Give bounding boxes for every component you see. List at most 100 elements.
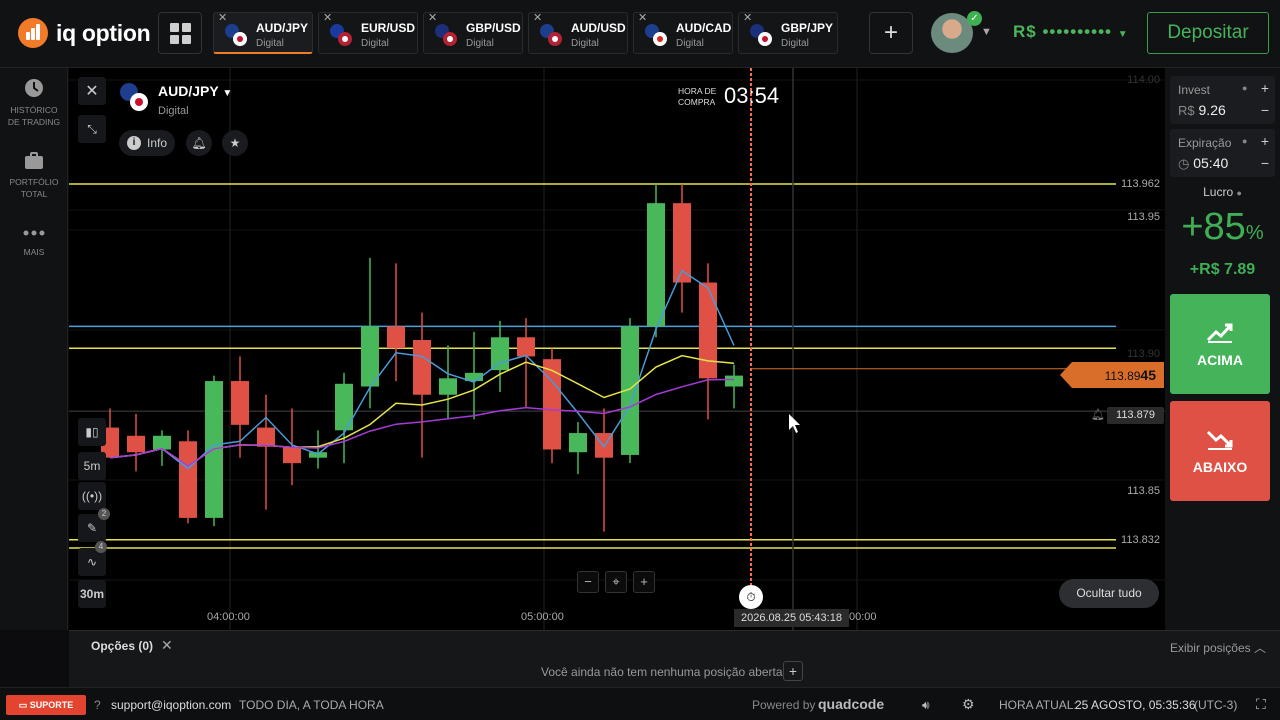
help-icon[interactable]: ● — [1242, 136, 1247, 146]
invest-value[interactable]: R$ 9.26 — [1178, 102, 1226, 118]
hide-all-button[interactable]: Ocultar tudo — [1059, 579, 1159, 608]
add-asset-tab-button[interactable]: + — [869, 12, 913, 54]
show-positions-label: Exibir posições — [1169, 641, 1251, 655]
tab-pair-label: EUR/USD — [361, 21, 416, 35]
candle-body — [231, 381, 249, 425]
asset-name[interactable]: AUD/JPY ▼ — [158, 83, 232, 99]
price-label: 113.85 — [1127, 484, 1160, 497]
chart-type-button[interactable]: ▮▯ — [78, 418, 106, 446]
briefcase-icon — [25, 152, 43, 169]
tab-kind-label: Digital — [571, 38, 599, 49]
tab-eur-usd[interactable]: ✕ EUR/USD Digital — [318, 12, 418, 54]
tab-gbp-jpy[interactable]: ✕ GBP/JPY Digital — [738, 12, 838, 54]
tab-aud-jpy[interactable]: ✕ AUD/JPY Digital — [213, 12, 313, 54]
price-label: 113.95 — [1127, 210, 1160, 223]
trend-up-icon — [1206, 323, 1233, 343]
invest-increase-button[interactable]: + — [1258, 80, 1272, 96]
reset-view-button[interactable]: ⌖ — [605, 571, 627, 593]
settings-gear-icon[interactable]: ⚙ — [962, 696, 975, 713]
time-label: 05:00:00 — [521, 611, 564, 623]
collapse-chart-button[interactable]: ⤡ — [78, 115, 106, 143]
help-icon: ? — [94, 698, 101, 712]
expiry-decrease-button[interactable]: − — [1258, 155, 1272, 171]
help-icon[interactable]: ● — [1242, 83, 1247, 93]
current-time-label: HORA ATUAL: — [999, 698, 1077, 712]
indicator-button[interactable]: ∿ 4 — [78, 541, 107, 576]
all-assets-button[interactable] — [158, 12, 202, 54]
candle-body — [309, 452, 327, 458]
info-button[interactable]: i Info — [119, 130, 175, 156]
asset-kind: Digital — [158, 105, 189, 117]
fullscreen-icon[interactable]: ⛶ — [1256, 696, 1266, 713]
signal-icon: ((•)) — [81, 489, 103, 503]
profit-label-text: Lucro — [1203, 185, 1234, 199]
tab-kind-label: Digital — [256, 38, 284, 49]
chevron-down-icon: ▼ — [1117, 29, 1129, 40]
wave-icon: ∿ — [86, 555, 98, 569]
currency-flag-icon — [540, 24, 562, 46]
indicators-button[interactable]: ((•)) — [78, 482, 106, 510]
pencil-icon: ✎ — [86, 521, 98, 535]
close-positions-button[interactable]: ✕ — [161, 637, 173, 654]
positions-bar: Opções (0) ✕ Exibir posições ︿ Você aind… — [69, 630, 1280, 687]
alert-button[interactable]: 🔔︎ — [186, 130, 212, 156]
put-button[interactable]: ABAIXO — [1170, 401, 1270, 501]
zoom-in-button[interactable]: + — [633, 571, 655, 593]
support-email[interactable]: support@iqoption.com — [111, 698, 231, 712]
purchase-countdown: 03:54 — [724, 83, 780, 108]
drawing-tools-button[interactable]: ✎ 2 — [78, 508, 110, 542]
close-icon: ✕ — [85, 83, 99, 100]
expiry-time: 05:40 — [1193, 155, 1229, 171]
indicator-count-badge: 4 — [95, 541, 107, 553]
show-positions-button[interactable]: Exibir posições ︿ — [1170, 639, 1266, 656]
tab-gbp-usd[interactable]: ✕ GBP/USD Digital — [423, 12, 523, 54]
sidebar-item-label: DE TRADING — [7, 117, 61, 127]
timeframe-button[interactable]: 5m — [78, 452, 106, 480]
sound-icon[interactable]: 🔊︎ — [922, 698, 930, 713]
call-label: ACIMA — [1197, 352, 1243, 368]
deposit-button[interactable]: Depositar — [1147, 12, 1269, 54]
info-icon: i — [126, 136, 141, 150]
currency-flag-icon — [435, 24, 457, 46]
asset-name-text: AUD/JPY — [158, 83, 219, 99]
sidebar-item-portfolio[interactable]: PORTFÓLIO TOTAL — [0, 152, 68, 200]
help-icon[interactable]: ● — [1236, 188, 1241, 198]
price-label: 113.832 — [1121, 533, 1160, 546]
candle-body — [153, 435, 171, 450]
close-chart-button[interactable]: ✕ — [78, 77, 106, 105]
profit-percent-sign: % — [1245, 222, 1264, 244]
favorite-button[interactable]: ★ — [222, 130, 248, 156]
invest-field[interactable]: Invest ● R$ 9.26 + − — [1170, 76, 1275, 124]
top-bar: iq option ✕ AUD/JPY Digital ✕ EUR/USD Digital… — [0, 0, 1280, 68]
positions-title[interactable]: Opções (0) — [91, 639, 153, 653]
candle-body — [387, 326, 405, 349]
sidebar-item-more[interactable]: MAIS — [0, 226, 68, 258]
support-button[interactable]: ▭ SUPORTE — [6, 695, 86, 715]
expiry-label: Expiração — [1178, 136, 1232, 150]
balance-display[interactable]: R$ •••••••••• ▼ — [1013, 22, 1129, 42]
collapse-icon: ⤡ — [87, 121, 97, 136]
bell-icon[interactable]: 🔔︎ — [1091, 408, 1105, 421]
sidebar-item-trading-history[interactable]: HISTÓRICO DE TRADING — [0, 78, 68, 128]
chart-interval-button[interactable]: 30m — [78, 580, 106, 608]
add-position-button[interactable]: + — [783, 661, 803, 681]
tab-kind-label: Digital — [466, 38, 494, 49]
chevron-down-icon[interactable]: ▼ — [981, 26, 992, 38]
expiry-field[interactable]: Expiração ● ◷ 05:40 + − — [1170, 129, 1275, 177]
logo[interactable]: iq option — [18, 18, 151, 48]
sidebar-item-label: HISTÓRICO — [10, 105, 58, 115]
alert-price-tag[interactable]: 113.879 — [1107, 407, 1164, 424]
price-chart[interactable]: ✕ ⤡ AUD/JPY ▼ Digital i Info 🔔︎ ★ HORA DE… — [69, 68, 1165, 630]
call-button[interactable]: ACIMA — [1170, 294, 1270, 394]
expiry-increase-button[interactable]: + — [1258, 133, 1272, 149]
expiry-value[interactable]: ◷ 05:40 — [1178, 155, 1228, 172]
candle-body — [413, 340, 431, 395]
tab-aud-cad[interactable]: ✕ AUD/CAD Digital — [633, 12, 733, 54]
empty-positions-text: Você ainda não tem nenhuma posição abert… — [541, 665, 783, 679]
tab-aud-usd[interactable]: ✕ AUD/USD Digital — [528, 12, 628, 54]
zoom-out-button[interactable]: − — [577, 571, 599, 593]
quadcode-logo: quadcode — [818, 696, 885, 712]
cursor-time-tag: 2026.08.25 05:43:18 — [734, 609, 849, 627]
invest-label: Invest — [1178, 83, 1211, 97]
invest-decrease-button[interactable]: − — [1258, 102, 1272, 118]
